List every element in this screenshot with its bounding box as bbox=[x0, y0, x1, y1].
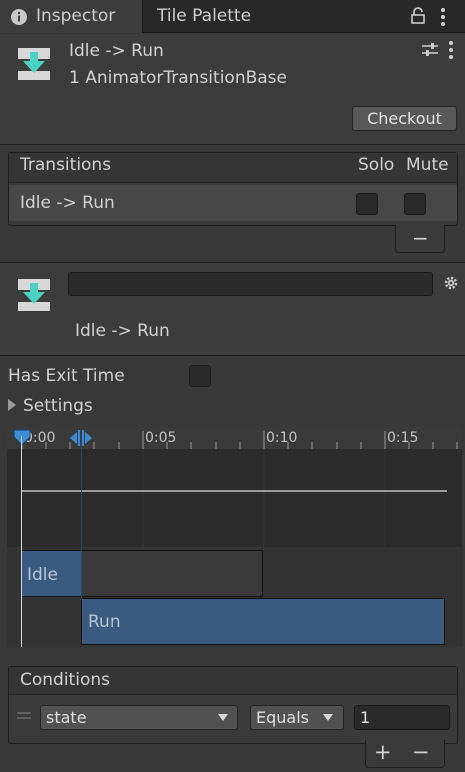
add-condition-button[interactable]: + bbox=[374, 740, 392, 764]
solo-column-label: Solo bbox=[358, 155, 395, 175]
curve-grid bbox=[22, 449, 447, 547]
tick-label-5: 0:05 bbox=[145, 430, 177, 446]
tab-tile-palette-label: Tile Palette bbox=[157, 6, 252, 26]
has-exit-time-checkbox[interactable] bbox=[189, 365, 211, 387]
divider bbox=[0, 355, 465, 356]
preset-sliders-icon[interactable] bbox=[421, 42, 439, 58]
header-more-icon[interactable] bbox=[446, 40, 456, 60]
header-title: Idle -> Run bbox=[69, 41, 164, 61]
parameter-value: state bbox=[46, 708, 87, 727]
mute-column-label: Mute bbox=[406, 155, 449, 175]
run-clip-label: Run bbox=[88, 612, 121, 632]
tick-label-15: 0:15 bbox=[387, 430, 419, 446]
header-subtitle: 1 AnimatorTransitionBase bbox=[69, 68, 287, 88]
idle-clip-label: Idle bbox=[27, 565, 58, 585]
divider bbox=[0, 144, 465, 145]
transition-name-field[interactable] bbox=[68, 272, 433, 296]
chevron-down-icon bbox=[218, 714, 228, 721]
tab-inspector-label: Inspector bbox=[36, 6, 116, 26]
gear-icon[interactable] bbox=[443, 275, 459, 291]
conditions-header-label: Conditions bbox=[20, 670, 110, 690]
solo-checkbox[interactable] bbox=[356, 193, 378, 215]
tab-tile-palette[interactable]: Tile Palette bbox=[143, 0, 273, 33]
chevron-down-icon bbox=[323, 714, 333, 721]
foldout-arrow-icon[interactable] bbox=[7, 398, 17, 412]
transitions-header-label: Transitions bbox=[20, 155, 112, 175]
settings-foldout[interactable]: Settings bbox=[23, 396, 93, 416]
run-clip-bar[interactable] bbox=[81, 598, 445, 645]
transition-icon bbox=[18, 279, 50, 311]
condition-value-field[interactable]: 1 bbox=[354, 705, 450, 730]
remove-condition-button[interactable]: − bbox=[412, 740, 430, 764]
more-icon[interactable] bbox=[438, 7, 448, 27]
checkout-button[interactable]: Checkout bbox=[352, 106, 457, 131]
parameter-dropdown[interactable]: state bbox=[40, 705, 238, 730]
transition-label: Idle -> Run bbox=[75, 321, 170, 341]
playhead-marker-icon[interactable] bbox=[12, 428, 32, 448]
transition-icon bbox=[18, 48, 50, 80]
has-exit-time-label: Has Exit Time bbox=[8, 366, 125, 386]
playhead-line bbox=[21, 436, 22, 647]
transition-handles-icon[interactable] bbox=[68, 428, 96, 448]
transition-start-line bbox=[81, 436, 82, 598]
drag-handle-icon[interactable] bbox=[17, 712, 31, 720]
transition-row-name: Idle -> Run bbox=[20, 193, 115, 213]
lock-icon[interactable] bbox=[410, 7, 426, 25]
mode-value: Equals bbox=[256, 708, 309, 727]
mute-checkbox[interactable] bbox=[404, 193, 426, 215]
info-icon bbox=[11, 9, 27, 25]
tab-inspector[interactable]: Inspector bbox=[0, 0, 143, 33]
remove-transition-button[interactable]: − bbox=[412, 226, 429, 250]
tick-label-10: 0:10 bbox=[266, 430, 298, 446]
